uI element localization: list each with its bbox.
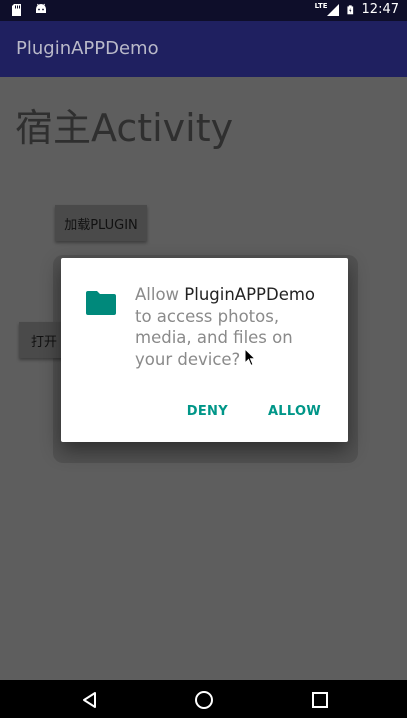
clock: 12:47 [361, 2, 399, 17]
back-icon[interactable] [80, 690, 100, 710]
page-title: 宿主Activity [15, 106, 234, 150]
allow-button[interactable]: ALLOW [255, 400, 334, 423]
permission-message: Allow PluginAPPDemo to access photos, me… [135, 284, 335, 370]
lte-badge: LTE [314, 1, 328, 10]
status-right-icons: LTE 12:47 [314, 1, 399, 18]
dialog-actions: DENY ALLOW [174, 400, 348, 423]
status-bar: LTE 12:47 [0, 0, 407, 21]
message-suffix: to access photos, media, and files on yo… [135, 306, 293, 369]
load-plugin-button[interactable]: 加载PLUGIN [55, 205, 147, 241]
message-app-name: PluginAPPDemo [184, 285, 316, 304]
phone-screen: LTE 12:47 PluginAPPDemo 宿主Activity 加载PLU… [0, 0, 407, 718]
deny-button[interactable]: DENY [174, 400, 241, 423]
folder-icon [86, 291, 116, 315]
battery-icon [346, 4, 353, 14]
android-icon [36, 3, 46, 13]
app-title: PluginAPPDemo [16, 38, 159, 59]
message-prefix: Allow [135, 285, 185, 304]
mouse-cursor-icon [244, 348, 256, 367]
permission-dialog: Allow PluginAPPDemo to access photos, me… [61, 258, 348, 442]
recents-icon[interactable] [310, 690, 330, 710]
navigation-bar [0, 680, 407, 718]
home-icon[interactable] [194, 690, 214, 710]
app-bar: PluginAPPDemo [0, 21, 407, 77]
sd-card-icon [12, 4, 21, 16]
status-left-icons [10, 3, 48, 17]
